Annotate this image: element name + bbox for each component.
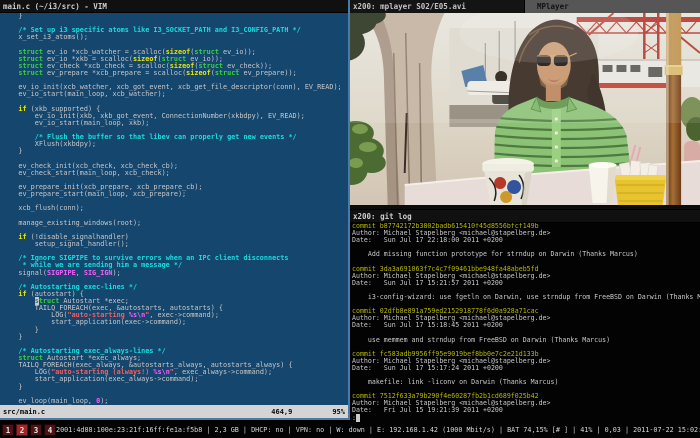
git-log-line: : xyxy=(352,415,700,422)
workspace-button-4[interactable]: 4 xyxy=(44,424,56,436)
vim-filename: src/main.c xyxy=(3,408,45,416)
git-log-line: i3-config-wizard: use fgetln on Darwin, … xyxy=(352,294,700,301)
workspace-button-2[interactable]: 2 xyxy=(16,424,28,436)
git-log-line: Date: Fri Jul 15 19:21:39 2011 +0200 xyxy=(352,407,700,414)
vim-code-line: } xyxy=(2,327,348,334)
vim-code-line: start_application(exec->command); xyxy=(2,319,348,326)
vim-code-line: XFlush(xkbdpy); xyxy=(2,141,348,148)
video-foam-cup xyxy=(589,162,617,203)
vim-statusline: src/main.c 464,9 95% xyxy=(0,405,348,418)
vim-code-line: manage_existing_windows(root); xyxy=(2,220,348,227)
git-titlebar[interactable]: x200: git log xyxy=(350,210,700,223)
git-log-line: Add missing function prototype for strnd… xyxy=(352,251,700,258)
vim-code-line: } xyxy=(2,334,348,341)
vim-code-line: ev_check_start(main_loop, xcb_check); xyxy=(2,170,348,177)
vim-code-line: } xyxy=(2,13,348,20)
vim-code-line: struct ev_prepare *xcb_prepare = scalloc… xyxy=(2,70,348,77)
mplayer-video[interactable] xyxy=(350,13,700,209)
window-vim: main.c (~/i3/src) - VIM } /* Set up i3 s… xyxy=(0,0,350,420)
vim-code-area[interactable]: } /* Set up i3 specific atoms like I3_SO… xyxy=(0,13,348,405)
vim-code-line: } xyxy=(2,148,348,155)
video-letterbox xyxy=(350,205,700,209)
mplayer-tab-inactive[interactable]: MPlayer xyxy=(525,0,700,13)
git-log-line: Date: Sun Jul 17 15:18:45 2011 +0200 xyxy=(352,322,700,329)
vim-code-line: signal(SIGPIPE, SIG_IGN); xyxy=(2,270,348,277)
vim-code-line: } xyxy=(2,384,348,391)
vim-code-line: x_set_i3_atoms(); xyxy=(2,34,348,41)
vim-code-line: ev_loop(main_loop, 0); xyxy=(2,398,348,405)
mplayer-tab-active[interactable]: x200: mplayer S02/E05.avi xyxy=(350,0,525,13)
video-sugar-basket xyxy=(614,175,666,209)
workspace-button-1[interactable]: 1 xyxy=(2,424,14,436)
workspace-button-3[interactable]: 3 xyxy=(30,424,42,436)
video-coffee-cup xyxy=(482,158,534,209)
vim-code-line: ev_io_start(main_loop, xcb_watcher); xyxy=(2,91,348,98)
vim-titlebar[interactable]: main.c (~/i3/src) - VIM xyxy=(0,0,348,13)
vim-code-line: start_application(exec_always->command); xyxy=(2,376,348,383)
git-log-line: use memmem and strndup from FreeBSD on D… xyxy=(352,337,700,344)
vim-code-line: xcb_flush(conn); xyxy=(2,205,348,212)
window-mplayer: x200: mplayer S02/E05.avi MPlayer xyxy=(350,0,700,210)
vim-code-line: ev_io_start(main_loop, xkb); xyxy=(2,120,348,127)
i3bar: 1234 2001:4d88:100e:23:21f:16ff:fe1a:f5b… xyxy=(0,422,700,438)
git-log-content[interactable]: commit b87742172b3802badb615410f45d8556b… xyxy=(350,223,700,422)
window-git-log: x200: git log commit b87742172b3802badb6… xyxy=(350,210,700,422)
git-log-line: Date: Sun Jul 17 15:17:24 2011 +0200 xyxy=(352,365,700,372)
vim-code-line: setup_signal_handler(); xyxy=(2,241,348,248)
i3-desktop: main.c (~/i3/src) - VIM } /* Set up i3 s… xyxy=(0,0,700,438)
git-log-line: makefile: link -liconv on Darwin (Thanks… xyxy=(352,379,700,386)
vim-scroll-percent: 95% xyxy=(332,408,345,416)
git-log-line: Date: Sun Jul 17 22:18:00 2011 +0200 xyxy=(352,237,700,244)
workspace-buttons: 1234 xyxy=(0,424,56,436)
git-log-line: Date: Sun Jul 17 15:21:57 2011 +0200 xyxy=(352,280,700,287)
vim-code-line: ev_prepare_start(main_loop, xcb_prepare)… xyxy=(2,191,348,198)
mplayer-tabbar: x200: mplayer S02/E05.avi MPlayer xyxy=(350,0,700,13)
vim-cursor-position: 464,9 xyxy=(271,408,292,416)
i3status-text: 2001:4d88:100e:23:21f:16ff:fe1a:f5b8 | 2… xyxy=(56,426,700,434)
